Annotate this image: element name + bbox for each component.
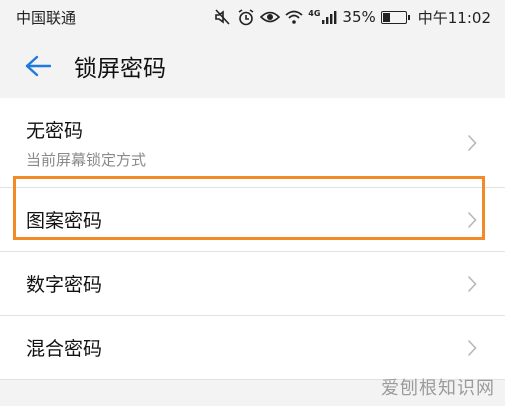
- clock: 中午11:02: [417, 8, 491, 27]
- carrier-name: 中国联通: [16, 8, 77, 27]
- chevron-right-icon: [467, 211, 477, 228]
- option-subtitle: 当前屏幕锁定方式: [26, 150, 147, 169]
- option-pin-password[interactable]: 数字密码: [0, 252, 505, 316]
- option-mixed-password[interactable]: 混合密码: [0, 316, 505, 380]
- page-title: 锁屏密码: [74, 56, 166, 82]
- arrow-left-icon: [25, 55, 51, 77]
- option-pattern-password[interactable]: 图案密码: [0, 188, 505, 252]
- option-label: 混合密码: [26, 338, 103, 360]
- status-bar: 中国联通 4G 35% 中午11:02: [0, 0, 505, 34]
- back-button[interactable]: [8, 34, 68, 98]
- battery-icon: [380, 10, 410, 24]
- watermark: 爱刨根知识网: [381, 378, 495, 399]
- chevron-right-icon: [467, 134, 477, 151]
- chevron-right-icon: [467, 339, 477, 356]
- mute-icon: [215, 9, 230, 25]
- network-type-badge: 4G: [308, 8, 321, 18]
- signal-icon: [322, 11, 337, 24]
- battery-percent: 35%: [342, 8, 376, 26]
- lock-method-list: 无密码 当前屏幕锁定方式 图案密码 数字密码 混合密码: [0, 98, 505, 380]
- option-label: 无密码: [26, 119, 84, 142]
- battery-level: [382, 12, 390, 22]
- chevron-right-icon: [467, 275, 477, 292]
- app-bar: 锁屏密码: [0, 34, 505, 98]
- wifi-icon: [285, 10, 303, 24]
- status-icons: 4G 35% 中午11:02: [214, 7, 491, 28]
- option-label: 数字密码: [26, 274, 103, 296]
- eye-comfort-icon: [260, 11, 281, 23]
- alarm-icon: [238, 8, 254, 25]
- option-label: 图案密码: [26, 210, 103, 232]
- option-no-password[interactable]: 无密码 当前屏幕锁定方式: [0, 98, 505, 188]
